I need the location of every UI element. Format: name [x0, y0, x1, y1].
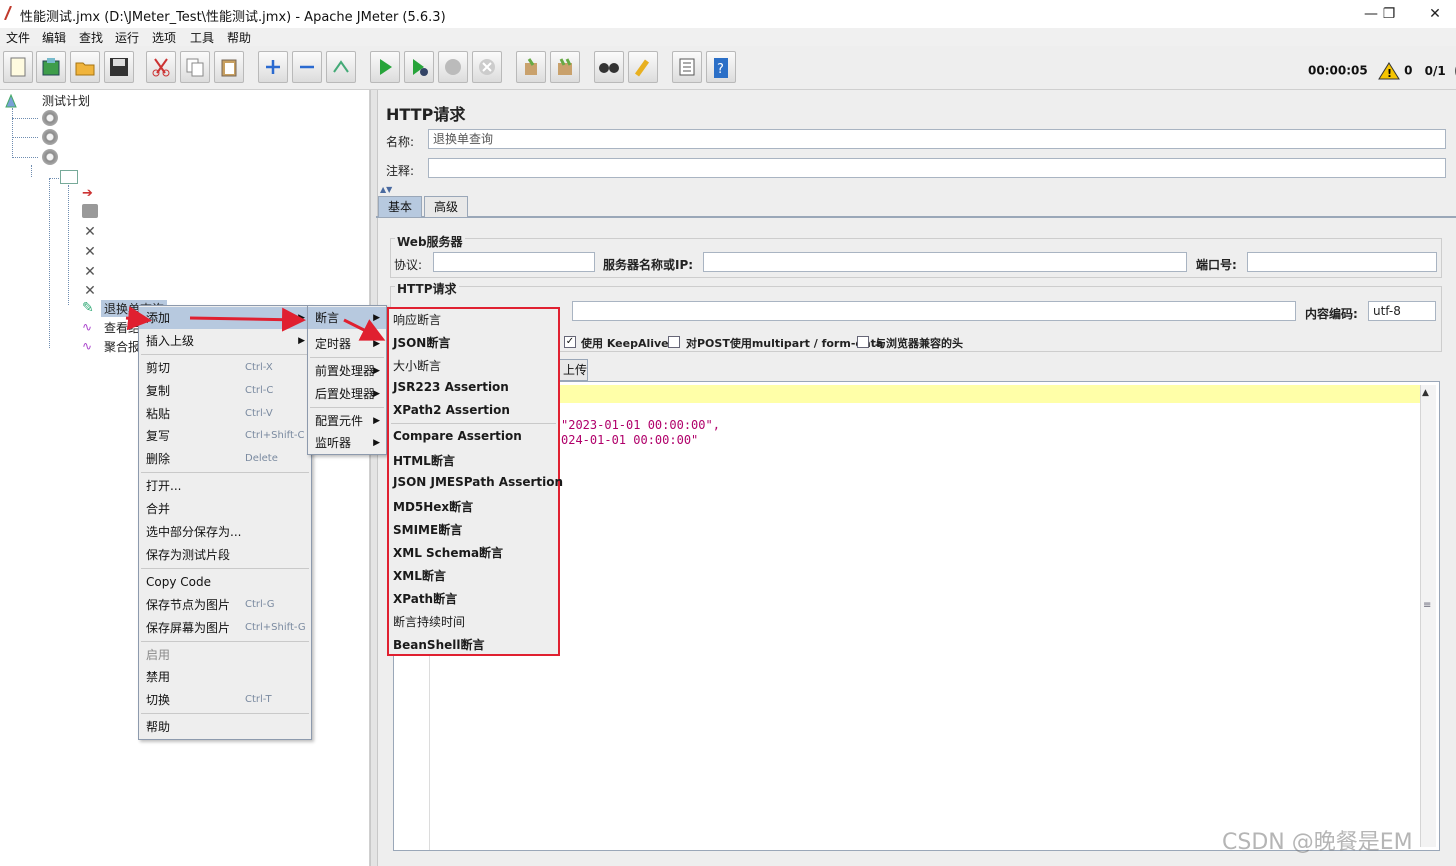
watermark: CSDN @晚餐是EM — [1222, 830, 1413, 855]
annotation-arrows — [125, 306, 386, 341]
